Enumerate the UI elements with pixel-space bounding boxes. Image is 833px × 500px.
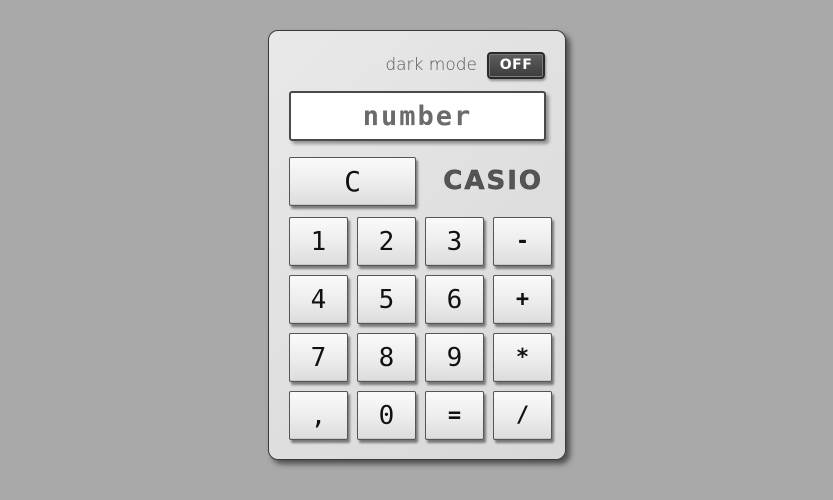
key-6-button[interactable]: 6 bbox=[425, 275, 484, 324]
dark-mode-toggle[interactable]: OFF bbox=[487, 51, 545, 79]
calculator-body: dark mode OFF number C CASIO 1 2 3 - 4 5… bbox=[268, 30, 566, 460]
divide-button[interactable]: / bbox=[493, 391, 552, 440]
calculator-display: number bbox=[289, 91, 546, 141]
equals-button[interactable]: = bbox=[425, 391, 484, 440]
multiply-button[interactable]: * bbox=[493, 333, 552, 382]
key-4-button[interactable]: 4 bbox=[289, 275, 348, 324]
key-2-button[interactable]: 2 bbox=[357, 217, 416, 266]
key-1-button[interactable]: 1 bbox=[289, 217, 348, 266]
key-7-button[interactable]: 7 bbox=[289, 333, 348, 382]
comma-button[interactable]: , bbox=[289, 391, 348, 440]
key-5-button[interactable]: 5 bbox=[357, 275, 416, 324]
key-3-button[interactable]: 3 bbox=[425, 217, 484, 266]
dark-mode-bar: dark mode OFF bbox=[385, 51, 545, 79]
plus-button[interactable]: + bbox=[493, 275, 552, 324]
brand-logo: CASIO bbox=[443, 166, 543, 197]
key-9-button[interactable]: 9 bbox=[425, 333, 484, 382]
key-8-button[interactable]: 8 bbox=[357, 333, 416, 382]
key-0-button[interactable]: 0 bbox=[357, 391, 416, 440]
minus-button[interactable]: - bbox=[493, 217, 552, 266]
dark-mode-label: dark mode bbox=[385, 55, 477, 75]
clear-button[interactable]: C bbox=[289, 157, 416, 206]
